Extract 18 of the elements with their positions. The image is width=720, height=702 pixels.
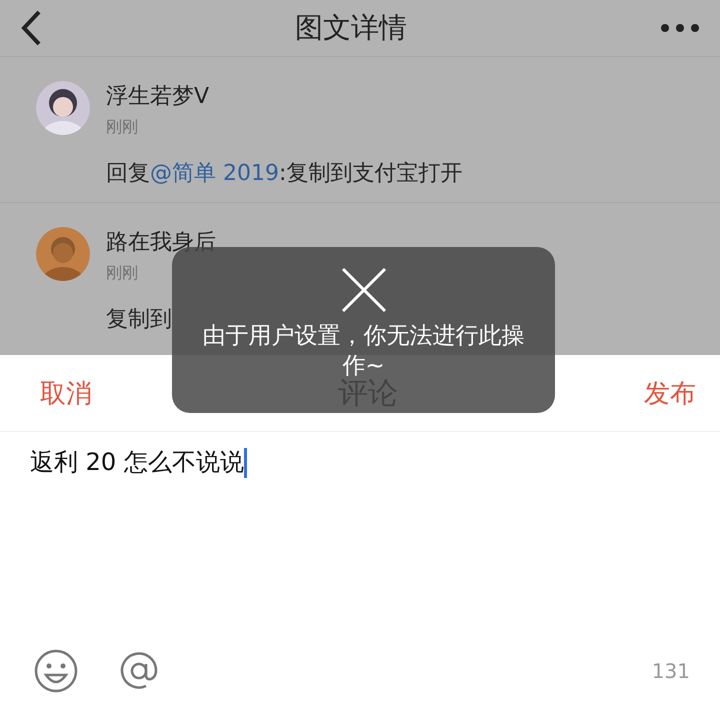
- comment-author: 浮生若梦V: [106, 83, 210, 111]
- more-icon[interactable]: [660, 23, 700, 33]
- publish-button[interactable]: 发布: [644, 376, 696, 410]
- toast-message: 由于用户设置，你无法进行此操作~: [202, 322, 526, 379]
- comment-text: 回复@简单 2019:复制到支付宝打开: [106, 160, 462, 188]
- text-cursor: [244, 448, 247, 478]
- cancel-button[interactable]: 取消: [40, 376, 92, 410]
- character-count: 131: [652, 659, 690, 683]
- comment-time: 刚刚: [106, 263, 138, 284]
- mention-link[interactable]: @简单 2019: [150, 161, 279, 186]
- close-icon: [340, 267, 386, 313]
- back-icon[interactable]: [20, 10, 42, 46]
- smiley-icon[interactable]: [34, 649, 78, 693]
- at-sign-icon[interactable]: [118, 651, 158, 691]
- comment-time: 刚刚: [106, 117, 138, 138]
- page-title: 图文详情: [295, 10, 407, 46]
- comment-text: 复制到: [106, 306, 172, 334]
- comment-field[interactable]: 返利 20 怎么不说说: [0, 432, 720, 640]
